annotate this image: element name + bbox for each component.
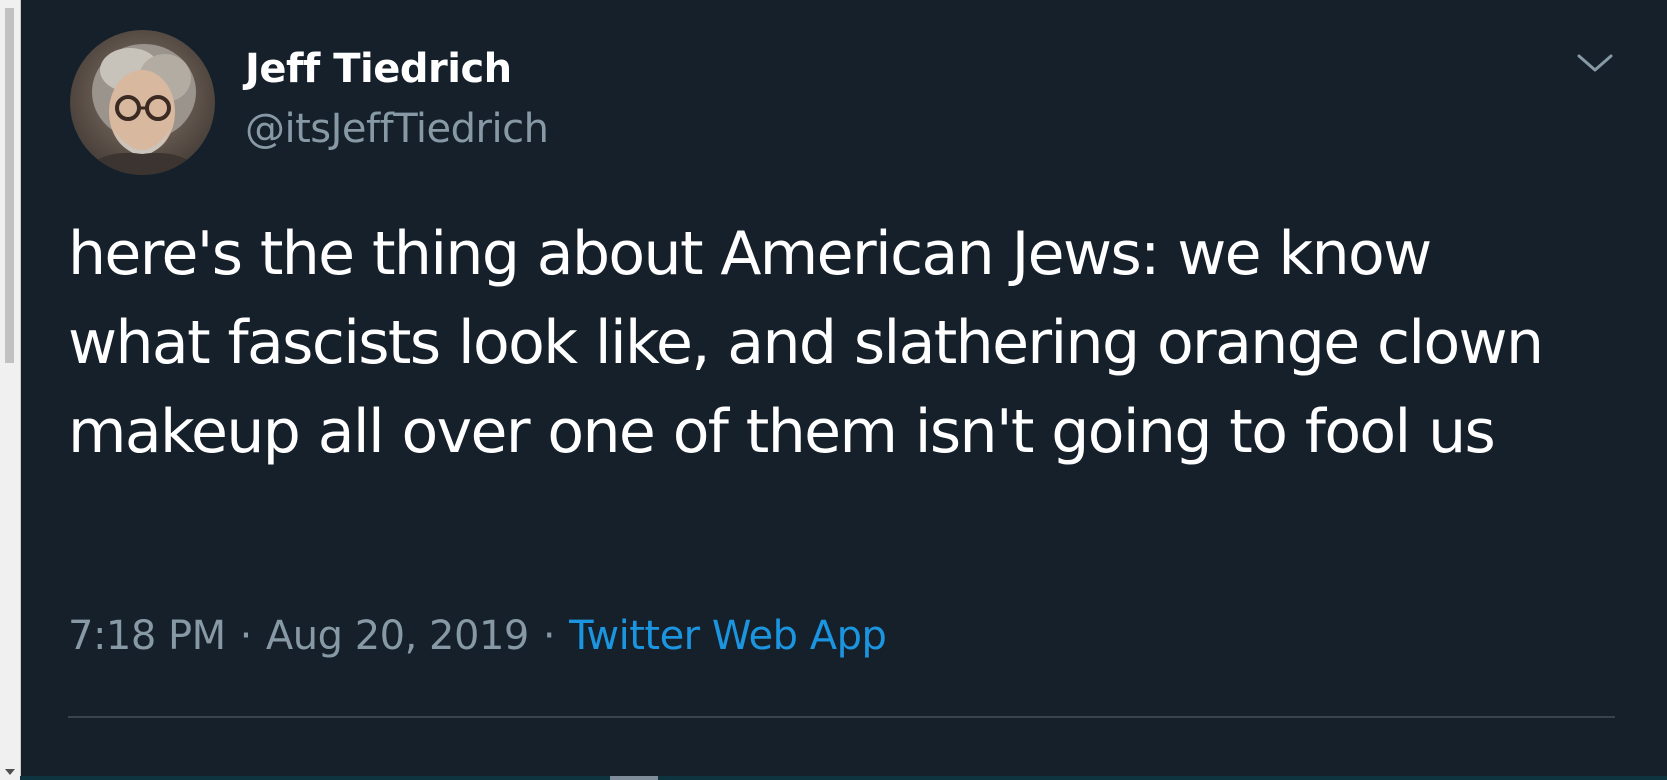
chevron-down-icon [1577, 54, 1613, 72]
horizontal-scrollbar[interactable] [20, 776, 1667, 780]
tweet-date[interactable]: Aug 20, 2019 [266, 613, 529, 659]
author-name[interactable]: Jeff Tiedrich [245, 46, 512, 92]
tweet-source-link[interactable]: Twitter Web App [569, 613, 887, 659]
horizontal-scrollbar-thumb[interactable] [610, 776, 658, 780]
scrollbar-thumb[interactable] [5, 8, 14, 363]
divider [68, 716, 1615, 718]
author-handle[interactable]: @itsJeffTiedrich [245, 106, 549, 152]
tweet-text: here's the thing about American Jews: we… [68, 219, 1544, 467]
user-avatar-photo-icon [80, 44, 206, 175]
meta-separator: · [542, 613, 556, 659]
tweet-time[interactable]: 7:18 PM [68, 613, 226, 659]
browser-window: Jeff Tiedrich @itsJeffTiedrich here's th… [0, 0, 1667, 780]
scroll-down-arrow-icon[interactable] [5, 769, 15, 775]
tweet-menu-button[interactable] [1573, 48, 1617, 78]
author-avatar[interactable] [70, 30, 215, 175]
tweet-metadata: 7:18 PM · Aug 20, 2019 · Twitter Web App [68, 613, 887, 659]
vertical-scrollbar[interactable] [0, 0, 21, 780]
meta-separator: · [239, 613, 253, 659]
tweet-card: Jeff Tiedrich @itsJeffTiedrich here's th… [20, 0, 1667, 776]
